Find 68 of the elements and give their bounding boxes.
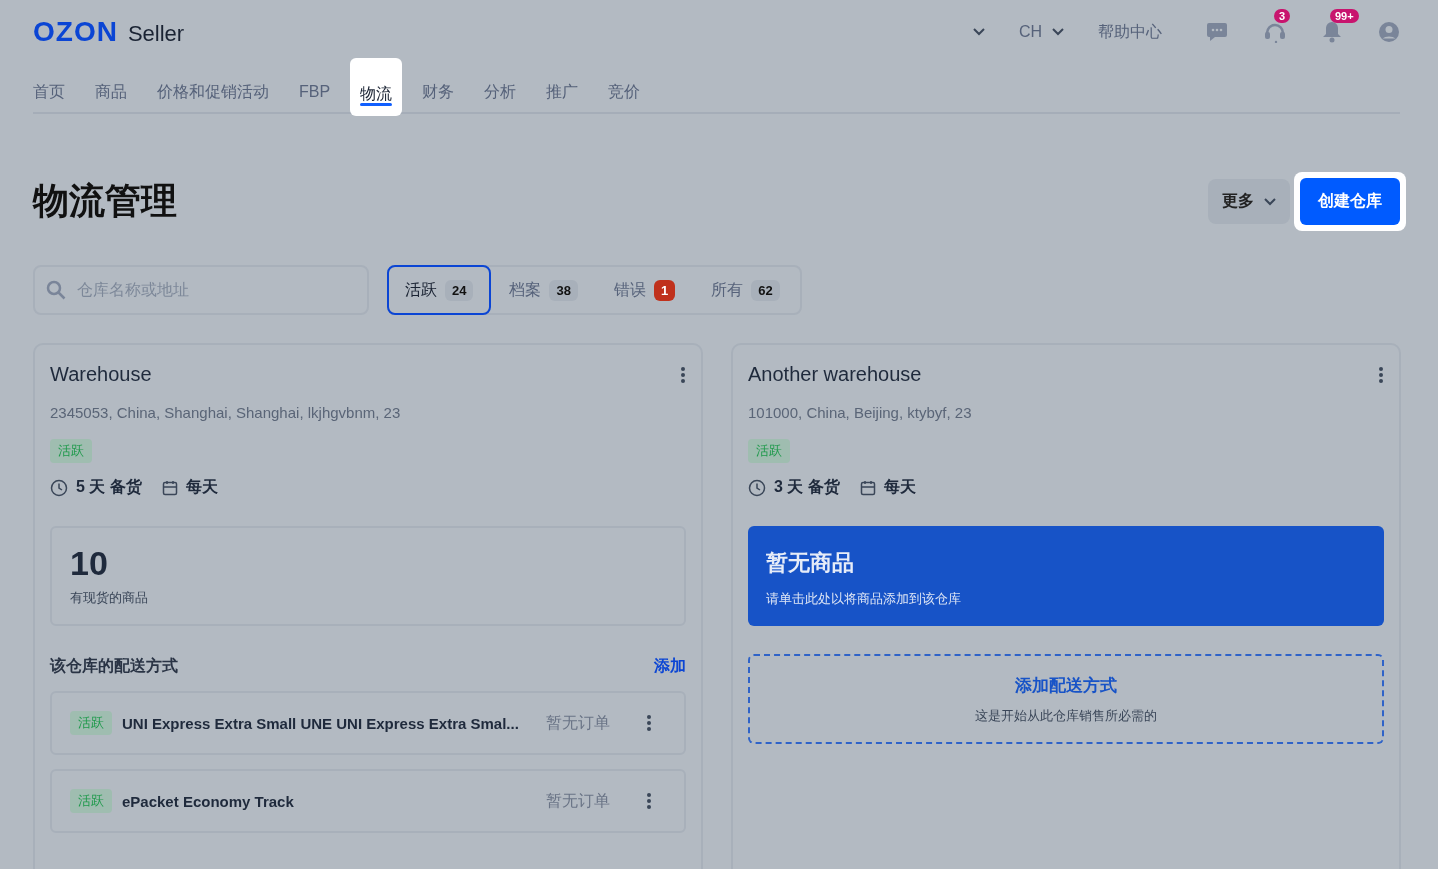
notification-badge: 3 (1274, 9, 1291, 23)
language-selector[interactable]: CH (1018, 23, 1042, 41)
prep-time: 3 天 备货 (774, 477, 840, 498)
filter-tab[interactable]: 所有 62 (693, 265, 798, 315)
nav-tab[interactable]: FBP (289, 64, 341, 112)
filter-tab[interactable]: 档案 38 (491, 265, 596, 315)
headset-icon[interactable] (1264, 21, 1286, 43)
chevron-down-icon (972, 28, 985, 36)
more-button[interactable]: 更多 (1208, 179, 1290, 224)
logo[interactable]: OZON (33, 16, 118, 48)
nav-tab[interactable]: 财务 (412, 64, 465, 112)
more-options-icon[interactable] (646, 714, 652, 732)
add-products-banner[interactable]: 暂无商品 请单击此处以将商品添加到该仓库 (748, 526, 1384, 626)
method-name: UNI Express Extra Small UNE UNI Express Extra Smal... (122, 714, 520, 732)
help-center-link[interactable]: 帮助中心 (1098, 21, 1162, 43)
notification-badge: 99+ (1330, 9, 1359, 23)
status-tag: 活跃 (50, 439, 92, 463)
filter-tab[interactable]: 活跃 24 (387, 265, 492, 315)
nav-tab[interactable]: 分析 (474, 64, 527, 112)
status-tag: 活跃 (748, 439, 790, 463)
page-title: 物流管理 (33, 179, 177, 223)
nav-tab[interactable]: 商品 (85, 64, 137, 112)
calendar-icon (859, 479, 876, 496)
section-title: 该仓库的配送方式 (50, 656, 179, 676)
count-badge: 62 (751, 279, 780, 301)
orders-status: 暂无订单 (546, 790, 610, 811)
more-options-icon[interactable] (680, 365, 686, 384)
nav-tab[interactable]: 推广 (536, 64, 589, 112)
orders-status: 暂无订单 (546, 712, 610, 733)
stock-count: 10 (70, 544, 109, 583)
filter-tab[interactable]: 错误 1 (595, 265, 694, 315)
clock-icon (748, 478, 766, 497)
count-badge: 1 (653, 279, 676, 301)
more-options-icon[interactable] (1378, 365, 1384, 384)
count-badge: 24 (445, 279, 474, 301)
nav-tab[interactable]: 竞价 (598, 64, 651, 112)
warehouse-address: 101000, China, Beijing, ktybyf, 23 (748, 404, 973, 421)
add-delivery-panel[interactable]: 添加配送方式 这是开始从此仓库销售所必需的 (748, 654, 1384, 744)
clock-icon (50, 478, 68, 497)
add-link[interactable]: 添加 (654, 656, 686, 677)
add-delivery-link[interactable]: 添加配送方式 (1015, 673, 1117, 697)
nav-tab[interactable]: 物流 (350, 58, 403, 116)
schedule: 每天 (185, 477, 218, 497)
status-tag: 活跃 (70, 789, 112, 813)
prep-time: 5 天 备货 (76, 477, 142, 498)
banner-subtitle: 请单击此处以将商品添加到该仓库 (766, 590, 962, 608)
calendar-icon (161, 479, 178, 496)
search-icon (46, 280, 66, 300)
warehouse-name: Warehouse (50, 363, 153, 386)
delivery-method-row[interactable]: 活跃 ePacket Economy Track 暂无订单 (50, 769, 686, 833)
nav-tab[interactable]: 首页 (23, 64, 75, 112)
count-badge: 38 (549, 279, 578, 301)
delivery-method-row[interactable]: 活跃 UNI Express Extra Small UNE UNI Express Extra Smal... 暂无订单 (50, 691, 686, 755)
method-name: ePacket Economy Track (122, 792, 295, 810)
add-delivery-hint: 这是开始从此仓库销售所必需的 (975, 706, 1157, 725)
status-tag: 活跃 (70, 711, 112, 735)
warehouse-address: 2345053, China, Shanghai, Shanghai, lkjhgvbnm, 23 (50, 404, 402, 421)
chevron-down-icon (1264, 197, 1276, 206)
bell-icon[interactable] (1322, 21, 1342, 43)
schedule: 每天 (883, 477, 916, 497)
create-warehouse-button[interactable]: 创建仓库 (1300, 178, 1400, 225)
more-options-icon[interactable] (646, 792, 652, 810)
logo-subtitle: Seller (127, 21, 185, 47)
nav-tab[interactable]: 价格和促销活动 (147, 64, 279, 112)
chevron-down-icon (1052, 28, 1064, 36)
warehouse-name: Another warehouse (748, 363, 923, 386)
banner-title: 暂无商品 (766, 549, 855, 577)
stock-label: 有现货的商品 (70, 589, 149, 607)
